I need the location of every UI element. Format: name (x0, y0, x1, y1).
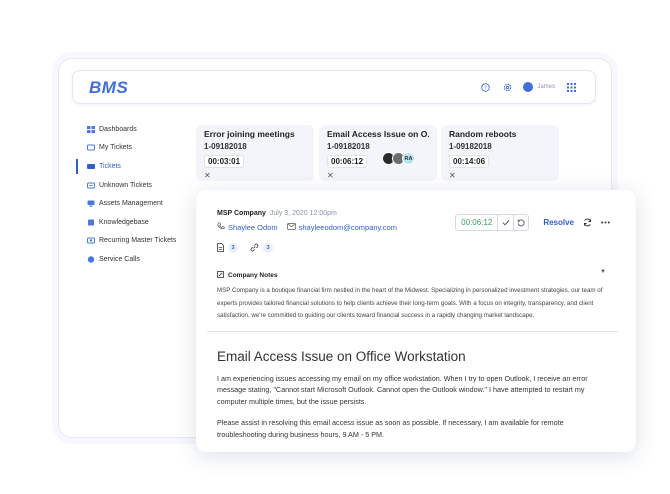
sidebar: Dashboards My Tickets Tickets Unknown Ti… (76, 120, 191, 269)
sidebar-item-knowledgebase[interactable]: Knowledgebase (76, 213, 191, 232)
sidebar-item-label: My Tickets (99, 144, 133, 152)
links-count-badge: 3 (263, 243, 273, 253)
user-menu[interactable]: James (523, 82, 555, 92)
company-notes-title: Company Notes (228, 272, 278, 279)
contact-email[interactable]: shayleeodom@company.com (286, 222, 397, 232)
ticket-tab[interactable]: Random reboots 1-09182018 00:14:06 ✕ (441, 125, 559, 181)
ticket-icon (87, 144, 95, 151)
more-options-icon[interactable] (601, 221, 610, 224)
company-notes-header[interactable]: Company Notes (217, 271, 616, 280)
sidebar-item-unknown-tickets[interactable]: Unknown Tickets (76, 176, 191, 195)
sidebar-item-recurring-master-tickets[interactable]: Recurring Master Tickets (76, 232, 191, 251)
sidebar-item-label: Knowledgebase (99, 218, 149, 226)
close-icon[interactable]: ✕ (449, 171, 551, 180)
divider (207, 331, 618, 332)
notes-icon (217, 271, 224, 280)
ticket-detail-panel: MSP Company July 3, 2020 12:00pm Shaylee… (196, 190, 636, 452)
book-icon (87, 219, 95, 226)
ticket-date: July 3, 2020 12:00pm (269, 210, 337, 217)
tab-title: Error joining meetings (204, 129, 295, 139)
sidebar-item-dashboards[interactable]: Dashboards (76, 120, 191, 139)
apps-grid-icon[interactable] (565, 81, 577, 93)
sidebar-item-label: Dashboards (99, 125, 137, 133)
timer-value: 00:06:12 (456, 215, 499, 230)
close-icon[interactable]: ✕ (204, 171, 306, 180)
sidebar-item-label: Tickets (99, 162, 121, 170)
tab-timer: 00:03:01 (204, 155, 245, 168)
tab-timer: 00:06:12 (327, 155, 368, 168)
description-paragraph: I am experiencing issues accessing my em… (217, 373, 588, 407)
close-icon[interactable]: ✕ (327, 171, 429, 180)
sidebar-item-label: Assets Management (99, 200, 163, 208)
ticket-controls: 00:06:12 Resolve (455, 214, 610, 231)
assets-icon (87, 200, 95, 207)
unknown-ticket-icon (87, 182, 95, 189)
phone-icon (217, 222, 225, 232)
top-bar: BMS ? James (72, 70, 596, 104)
app-logo[interactable]: BMS (89, 78, 128, 98)
user-name: James (537, 84, 555, 90)
company-name[interactable]: MSP Company (217, 210, 266, 217)
ticket-description: I am experiencing issues accessing my em… (217, 373, 609, 441)
gear-icon[interactable] (501, 81, 513, 93)
tab-title: Random reboots (449, 129, 517, 139)
tickets-icon (87, 163, 95, 170)
tab-timer: 00:14:06 (449, 155, 490, 168)
document-icon[interactable] (217, 239, 224, 257)
description-paragraph: Please assist in resolving this email ac… (217, 417, 564, 439)
avatar: RA (402, 152, 415, 165)
user-avatar (523, 82, 534, 92)
sidebar-item-label: Service Calls (99, 255, 140, 263)
tab-title: Email Access Issue on O... (327, 129, 429, 139)
viewer-avatars: RA (382, 152, 415, 165)
svg-text:?: ? (484, 85, 487, 91)
check-icon[interactable] (498, 215, 513, 230)
tab-ticket-id: 1-09182018 (327, 142, 370, 151)
chevron-down-icon[interactable]: ▼ (600, 269, 606, 275)
tab-ticket-id: 1-09182018 (449, 142, 492, 151)
contact-name[interactable]: Shaylee Odom (217, 222, 278, 232)
ticket-timer: 00:06:12 (455, 214, 530, 231)
contact-email-label: shayleeodom@company.com (298, 222, 397, 232)
sidebar-item-service-calls[interactable]: Service Calls (76, 250, 191, 269)
resolve-button[interactable]: Resolve (543, 218, 574, 227)
recurring-icon (87, 237, 95, 244)
sidebar-item-tickets[interactable]: Tickets (76, 157, 191, 176)
sidebar-item-my-tickets[interactable]: My Tickets (76, 139, 191, 158)
link-icon[interactable] (250, 239, 259, 257)
refresh-icon[interactable] (583, 218, 592, 227)
ticket-tab[interactable]: Email Access Issue on O... 1-09182018 00… (319, 125, 437, 181)
attachments-count-badge: 3 (228, 243, 238, 253)
email-icon (286, 222, 296, 232)
sidebar-item-label: Unknown Tickets (99, 181, 152, 189)
ticket-tab[interactable]: Error joining meetings 1-09182018 00:03:… (196, 125, 314, 181)
dashboard-icon (87, 125, 95, 133)
help-icon[interactable]: ? (479, 81, 491, 93)
sidebar-item-label: Recurring Master Tickets (99, 237, 177, 245)
reset-icon[interactable] (513, 215, 528, 230)
company-notes-text: MSP Company is a boutique financial firm… (217, 287, 603, 319)
tab-ticket-id: 1-09182018 (204, 142, 247, 151)
contact-name-label: Shaylee Odom (228, 222, 278, 232)
ticket-subject: Email Access Issue on Office Workstation (217, 348, 466, 364)
sidebar-item-assets-management[interactable]: Assets Management (76, 194, 191, 213)
service-call-icon (87, 256, 95, 263)
